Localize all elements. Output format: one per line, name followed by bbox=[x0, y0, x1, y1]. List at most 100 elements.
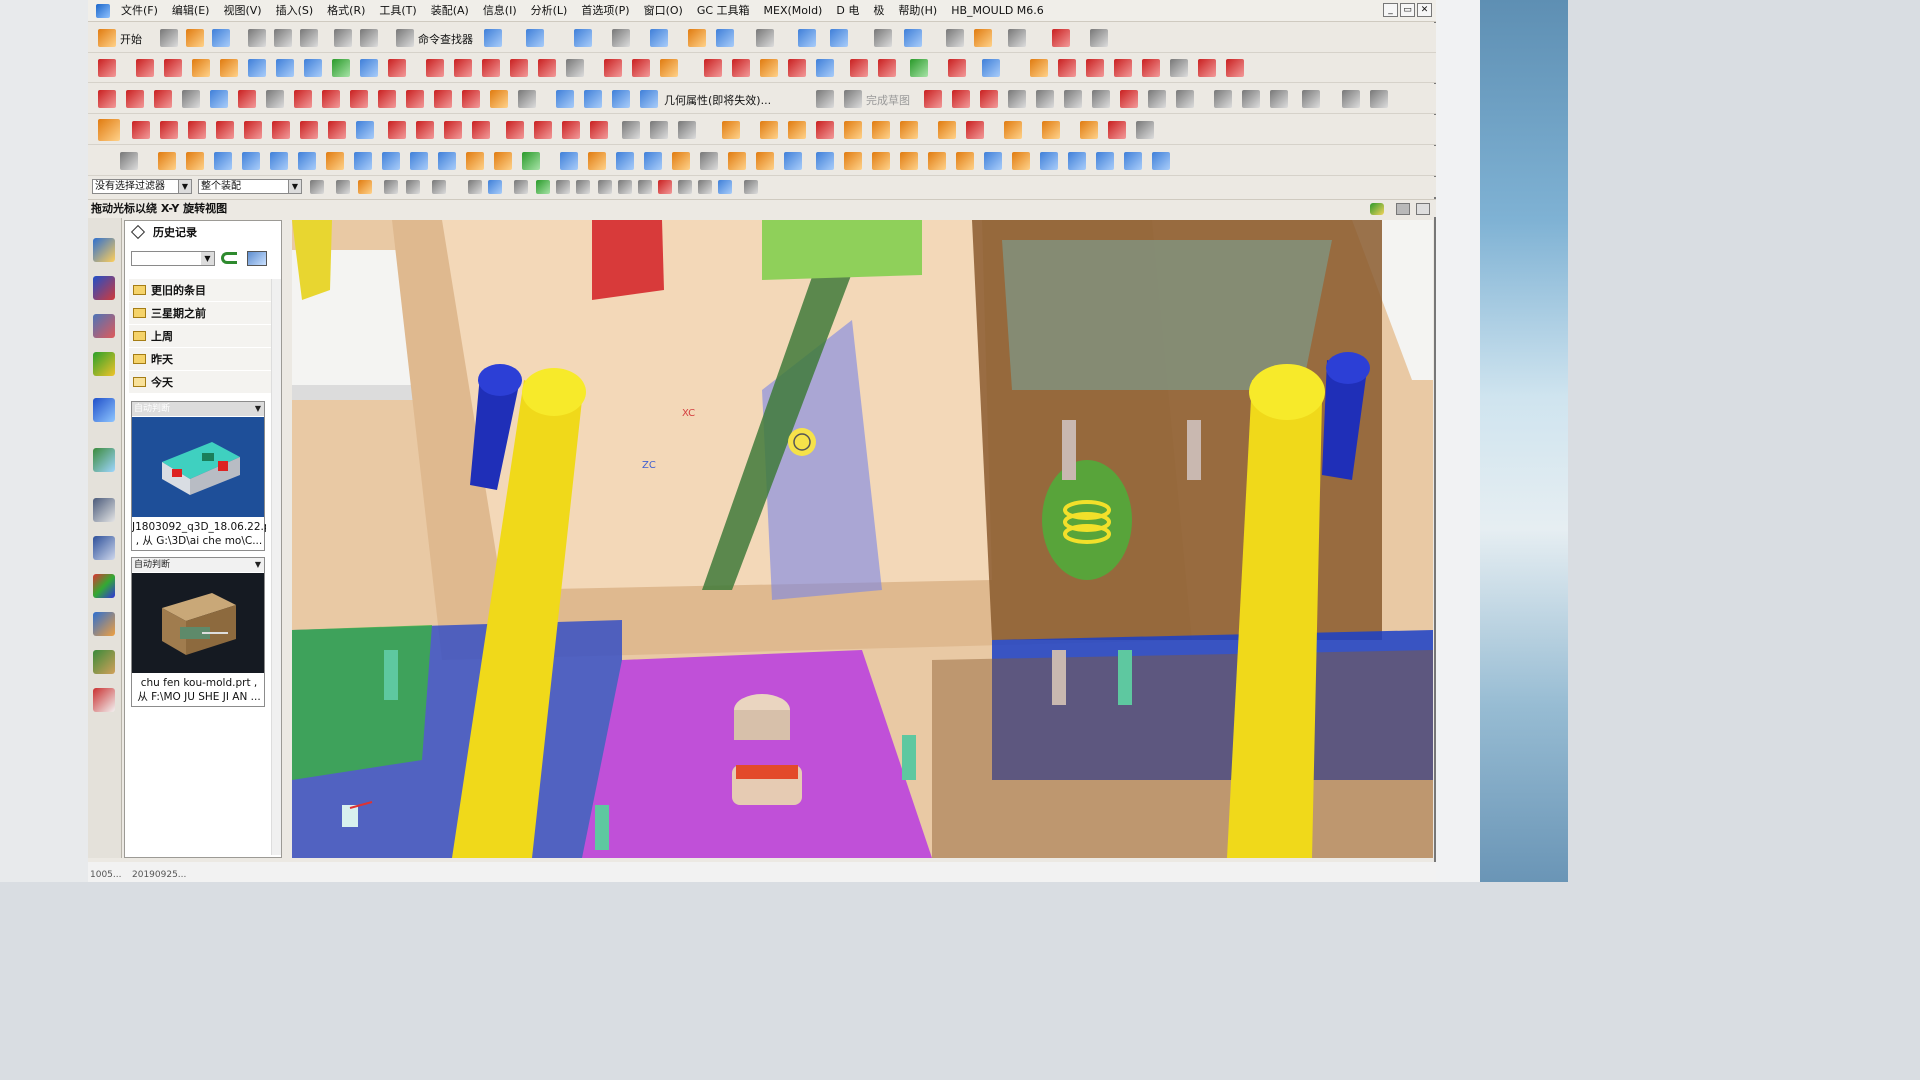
bom-icon[interactable] bbox=[1080, 121, 1098, 139]
history-group-older[interactable]: 更旧的条目 bbox=[129, 279, 273, 302]
offset-surface-icon[interactable] bbox=[426, 59, 444, 77]
snap-on-face-icon[interactable] bbox=[718, 180, 732, 194]
cooling-icon[interactable] bbox=[900, 121, 918, 139]
hb-stop-icon[interactable] bbox=[756, 152, 774, 170]
copy-icon[interactable] bbox=[274, 29, 292, 47]
patch-icon[interactable] bbox=[248, 59, 266, 77]
circle-tangent-icon[interactable] bbox=[562, 121, 580, 139]
hb-return-pin-icon[interactable] bbox=[816, 152, 834, 170]
pocket-icon[interactable] bbox=[1042, 121, 1060, 139]
section-icon[interactable] bbox=[716, 29, 734, 47]
sketch-chamfer-icon[interactable] bbox=[1064, 90, 1082, 108]
snap-midpoint-icon[interactable] bbox=[536, 180, 550, 194]
history-card[interactable]: 自动判断 ▼ chu fen kou-mold.prt , 从 F:\MO JU… bbox=[131, 557, 265, 707]
manufacturing-wizard-icon[interactable] bbox=[93, 612, 115, 636]
hb-ejector-icon[interactable] bbox=[784, 152, 802, 170]
unsew-icon[interactable] bbox=[510, 59, 528, 77]
surface-icon[interactable] bbox=[164, 59, 182, 77]
ruler-icon[interactable] bbox=[1090, 29, 1108, 47]
minimize-button[interactable]: _ bbox=[1383, 3, 1398, 17]
delete-face-icon[interactable] bbox=[566, 59, 584, 77]
sew-icon[interactable] bbox=[482, 59, 500, 77]
split-face-icon[interactable] bbox=[538, 59, 556, 77]
finish-sketch-icon[interactable] bbox=[844, 90, 862, 108]
hb-box-icon[interactable] bbox=[270, 152, 288, 170]
curve-mirror-icon[interactable] bbox=[472, 121, 490, 139]
hb-sprue-icon[interactable] bbox=[494, 152, 512, 170]
hb-sphere-icon[interactable] bbox=[1152, 152, 1170, 170]
constraint-icon[interactable] bbox=[1302, 90, 1320, 108]
sketch-point-icon[interactable] bbox=[1120, 90, 1138, 108]
view-mode-icon[interactable] bbox=[247, 251, 267, 266]
snap-bounded-icon[interactable] bbox=[744, 180, 758, 194]
circle-concentric-icon[interactable] bbox=[678, 121, 696, 139]
hb-block-icon[interactable] bbox=[242, 152, 260, 170]
snap-quadrant-icon[interactable] bbox=[658, 180, 672, 194]
command-finder-button[interactable]: 命令查找器 bbox=[418, 31, 473, 47]
snap-tangent-icon[interactable] bbox=[618, 180, 632, 194]
hb-nozzle-icon[interactable] bbox=[900, 152, 918, 170]
hb-cylinder-icon[interactable] bbox=[410, 152, 428, 170]
hb-support-pin-icon[interactable] bbox=[844, 152, 862, 170]
hb-cavity-icon[interactable] bbox=[186, 152, 204, 170]
extend-icon[interactable] bbox=[454, 59, 472, 77]
ellipse-icon[interactable] bbox=[328, 121, 346, 139]
snap-intersection-icon[interactable] bbox=[576, 180, 590, 194]
geometry-property-button[interactable]: 几何属性(即将失效)... bbox=[664, 92, 771, 108]
thicken-icon[interactable] bbox=[192, 59, 210, 77]
mirror-face-icon[interactable] bbox=[732, 59, 750, 77]
trim-curve-icon[interactable] bbox=[1170, 59, 1188, 77]
law-curve-icon[interactable] bbox=[322, 90, 340, 108]
hb-report-icon[interactable] bbox=[1040, 152, 1058, 170]
snap-arc-center-icon[interactable] bbox=[598, 180, 612, 194]
hide-icon[interactable] bbox=[974, 29, 992, 47]
history-group-three-weeks[interactable]: 三星期之前 bbox=[129, 302, 273, 325]
hb-core-icon[interactable] bbox=[214, 152, 232, 170]
hb-screw-icon[interactable] bbox=[644, 152, 662, 170]
render-style-icon[interactable] bbox=[612, 29, 630, 47]
restore-button[interactable]: ▭ bbox=[1400, 3, 1415, 17]
curve-fit-icon[interactable] bbox=[350, 90, 368, 108]
chamfer-icon[interactable] bbox=[878, 59, 896, 77]
menu-view[interactable]: 视图(V) bbox=[216, 0, 268, 22]
move-face-icon[interactable] bbox=[788, 59, 806, 77]
assembly-scope-dropdown[interactable]: 整个装配 ▼ bbox=[198, 179, 302, 194]
menu-file[interactable]: 文件(F) bbox=[114, 0, 165, 22]
cursor-icon[interactable] bbox=[336, 180, 350, 194]
cut-icon[interactable] bbox=[248, 29, 266, 47]
redo-icon[interactable] bbox=[360, 29, 378, 47]
circle-radius-icon[interactable] bbox=[590, 121, 608, 139]
process-studio-icon[interactable] bbox=[93, 574, 115, 598]
wcs-icon[interactable] bbox=[798, 29, 816, 47]
start-icon[interactable] bbox=[98, 29, 116, 47]
swept-icon[interactable] bbox=[360, 59, 378, 77]
hb-new-icon[interactable] bbox=[120, 152, 138, 170]
electrode-icon[interactable] bbox=[1004, 121, 1022, 139]
arc-3pt-icon[interactable] bbox=[388, 121, 406, 139]
measure-icon[interactable] bbox=[526, 29, 544, 47]
isoparametric-icon[interactable] bbox=[462, 90, 480, 108]
drawing-icon[interactable] bbox=[1108, 121, 1126, 139]
section-curve-icon[interactable] bbox=[1086, 59, 1104, 77]
app-icon[interactable] bbox=[96, 3, 110, 18]
graphics-viewport[interactable]: XC ZC bbox=[292, 220, 1433, 858]
dimension-icon[interactable] bbox=[1052, 29, 1070, 47]
menu-information[interactable]: 信息(I) bbox=[476, 0, 524, 22]
menu-extra[interactable]: 极 bbox=[866, 0, 891, 22]
helix-icon[interactable] bbox=[294, 90, 312, 108]
extract-curve-icon[interactable] bbox=[434, 90, 452, 108]
circle-center-icon[interactable] bbox=[506, 121, 524, 139]
arc-tangent-icon[interactable] bbox=[416, 121, 434, 139]
snap-icon[interactable] bbox=[904, 29, 922, 47]
hb-eyebolt-icon[interactable] bbox=[872, 152, 890, 170]
deselect-icon[interactable] bbox=[384, 180, 398, 194]
hd3d-tools-icon[interactable] bbox=[93, 398, 115, 422]
part-navigator-icon[interactable] bbox=[93, 314, 115, 338]
taskbar-item[interactable]: 20190925... bbox=[132, 870, 186, 880]
history-scrollbar[interactable] bbox=[271, 279, 281, 855]
hb-bom-icon[interactable] bbox=[1012, 152, 1030, 170]
boss-icon[interactable] bbox=[982, 59, 1000, 77]
geometry-property-icon[interactable] bbox=[640, 90, 658, 108]
dimension-sketch-icon[interactable] bbox=[1370, 90, 1388, 108]
menu-help[interactable]: 帮助(H) bbox=[891, 0, 944, 22]
